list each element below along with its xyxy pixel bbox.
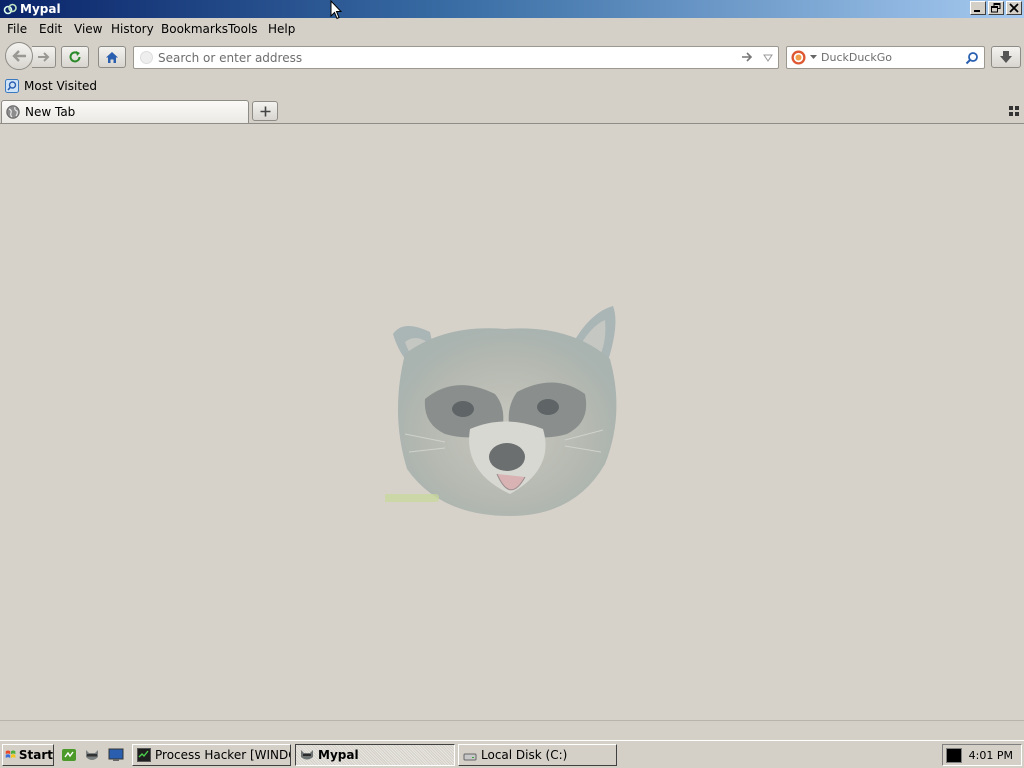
menu-help[interactable]: Help (268, 22, 295, 36)
clock[interactable]: 4:01 PM (969, 749, 1013, 762)
tab-grid-icon[interactable] (1009, 106, 1019, 116)
close-icon (1009, 3, 1019, 13)
tab-new-tab[interactable]: New Tab (1, 100, 249, 123)
plus-icon (260, 106, 270, 116)
desktop-icon[interactable] (108, 747, 124, 763)
taskbar-button-label: Process Hacker [WINDO... (155, 748, 290, 762)
back-button[interactable] (5, 42, 33, 70)
bookmark-label: Most Visited (24, 79, 98, 93)
taskbar-button-process-hacker[interactable]: Process Hacker [WINDO... (132, 744, 291, 766)
history-dropdown-icon[interactable] (763, 54, 773, 62)
windows-flag-icon (5, 750, 16, 758)
home-button[interactable] (98, 46, 126, 68)
taskbar-button-label: Mypal (318, 748, 359, 762)
site-identity-icon[interactable] (140, 51, 153, 64)
engine-dropdown-icon[interactable] (810, 55, 817, 60)
mypal-icon (3, 3, 17, 15)
menu-bookmarks[interactable]: Bookmarks (161, 22, 228, 36)
menu-edit[interactable]: Edit (39, 22, 62, 36)
reload-button[interactable] (61, 46, 89, 68)
tab-strip: New Tab (0, 99, 1024, 124)
url-input[interactable] (158, 49, 718, 66)
search-input[interactable] (821, 49, 961, 66)
menu-history[interactable]: History (111, 22, 154, 36)
green-app-icon[interactable] (61, 747, 77, 763)
new-tab-button[interactable] (252, 101, 278, 121)
back-arrow-icon (12, 50, 26, 62)
window-title: Mypal (20, 2, 61, 16)
system-tray: 4:01 PM (942, 744, 1022, 766)
taskbar-button-mypal[interactable]: Mypal (295, 744, 455, 766)
mouse-cursor-icon (330, 0, 342, 20)
menu-tools[interactable]: Tools (228, 22, 258, 36)
forward-button[interactable] (32, 46, 56, 68)
raccoon-logo (385, 306, 617, 516)
most-visited-icon (5, 79, 19, 93)
start-button[interactable]: Start (2, 744, 54, 766)
minimize-icon (974, 10, 980, 12)
taskbar-button-local-disk[interactable]: Local Disk (C:) (458, 744, 617, 766)
taskbar: Start Process Hacker [WINDO... Mypal Loc… (0, 740, 1024, 768)
tray-app-icon[interactable] (946, 748, 962, 763)
menu-bar: File Edit View History Bookmarks Tools H… (0, 19, 1024, 39)
duckduckgo-icon[interactable] (791, 50, 806, 65)
restore-button[interactable] (988, 1, 1004, 15)
menu-file[interactable]: File (7, 22, 27, 36)
window-controls (970, 1, 1022, 15)
reload-icon (69, 51, 81, 63)
minimize-button[interactable] (970, 1, 986, 15)
close-button[interactable] (1006, 1, 1022, 15)
taskbar-button-label: Local Disk (C:) (481, 748, 568, 762)
process-hacker-icon (137, 748, 151, 762)
page-content (0, 124, 1024, 720)
window-titlebar[interactable]: Mypal (0, 0, 1024, 18)
start-label: Start (18, 748, 53, 762)
globe-icon (6, 105, 20, 119)
raccoon-icon[interactable] (84, 747, 100, 763)
search-icon[interactable] (965, 51, 979, 65)
search-bar[interactable] (786, 46, 985, 69)
home-icon (106, 51, 118, 63)
tab-label: New Tab (25, 105, 76, 119)
download-icon (1000, 51, 1012, 63)
go-arrow-icon[interactable] (740, 50, 754, 64)
navigation-toolbar (0, 42, 1024, 72)
status-bar (0, 720, 1024, 741)
restore-icon (991, 3, 1001, 13)
address-bar[interactable] (133, 46, 779, 69)
bookmark-most-visited[interactable]: Most Visited (5, 79, 97, 93)
drive-icon (463, 753, 477, 761)
forward-arrow-icon (37, 52, 49, 62)
menu-view[interactable]: View (74, 22, 102, 36)
bookmarks-toolbar: Most Visited (0, 78, 1024, 98)
mypal-icon (301, 750, 313, 760)
downloads-button[interactable] (991, 46, 1021, 68)
